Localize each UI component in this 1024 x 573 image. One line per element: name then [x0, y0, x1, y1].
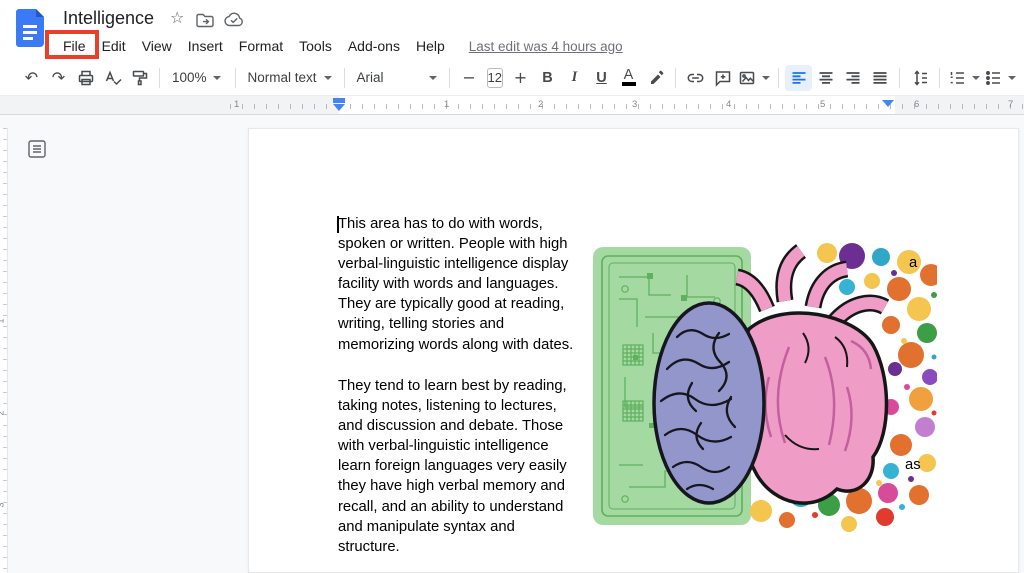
format-toolbar: ↶ ↷ 100% Normal text Arial [0, 60, 1024, 96]
bold-button[interactable]: B [534, 65, 561, 91]
document-page[interactable]: This area has to do with words, spoken o… [248, 128, 1019, 573]
vertical-ruler: 1 2 3 [0, 128, 8, 573]
document-canvas: 1 2 3 This area has to do with words, sp… [0, 115, 1024, 573]
wrapped-text-fragment[interactable]: a [909, 255, 917, 271]
menu-bar: File Edit View Insert Format Tools Add-o… [55, 34, 623, 58]
align-left-button[interactable] [785, 65, 812, 91]
bulleted-list-button[interactable] [982, 65, 1018, 91]
italic-button[interactable]: I [561, 65, 588, 91]
chevron-down-icon [1008, 76, 1016, 80]
last-edit-link[interactable]: Last edit was 4 hours ago [469, 39, 623, 54]
separator [939, 68, 940, 88]
separator [159, 68, 160, 88]
ruler-ticks [230, 104, 1024, 109]
separator [344, 68, 345, 88]
numbered-list-button[interactable] [946, 65, 982, 91]
current-text-color-swatch [622, 82, 636, 86]
ruler-number: 6 [914, 99, 919, 110]
highlight-color-button[interactable] [642, 65, 669, 91]
separator [675, 68, 676, 88]
move-to-folder-icon[interactable] [196, 13, 214, 28]
ruler-number: 7 [1008, 99, 1013, 110]
separator [899, 68, 900, 88]
menu-addons[interactable]: Add-ons [340, 36, 408, 56]
chevron-down-icon [324, 76, 332, 80]
menu-help[interactable]: Help [408, 36, 453, 56]
chevron-down-icon [429, 76, 437, 80]
separator [235, 68, 236, 88]
print-button[interactable] [72, 65, 99, 91]
star-icon[interactable]: ☆ [170, 10, 184, 28]
add-comment-button[interactable] [709, 65, 736, 91]
paragraph-style-select[interactable]: Normal text [242, 65, 338, 91]
decrease-font-size-button[interactable]: − [456, 65, 483, 91]
wrapped-text-fragment[interactable]: as [905, 457, 921, 473]
ruler-number: 2 [538, 99, 543, 110]
ruler-number: 4 [726, 99, 731, 110]
menu-format[interactable]: Format [231, 36, 291, 56]
google-docs-window: Intelligence ☆ File Edit View Insert For… [0, 0, 1024, 573]
document-title[interactable]: Intelligence [63, 8, 154, 29]
redo-button[interactable]: ↷ [45, 65, 72, 91]
ruler-number: 3 [632, 99, 637, 110]
justify-button[interactable] [866, 65, 893, 91]
insert-link-button[interactable] [682, 65, 709, 91]
chevron-down-icon [762, 76, 770, 80]
ruler-number: 5 [820, 99, 825, 110]
separator [778, 68, 779, 88]
separator [449, 68, 450, 88]
chevron-down-icon [213, 76, 221, 80]
spell-check-button[interactable] [99, 65, 126, 91]
brain-half [654, 303, 764, 503]
menu-insert[interactable]: Insert [180, 36, 231, 56]
ruler-number: 1 [234, 99, 239, 110]
google-docs-logo-icon[interactable] [16, 9, 44, 47]
show-outline-button[interactable] [27, 139, 47, 159]
menu-file[interactable]: File [55, 36, 94, 56]
text-color-button[interactable]: A [615, 65, 642, 91]
chevron-down-icon [972, 76, 980, 80]
menu-view[interactable]: View [134, 36, 180, 56]
increase-font-size-button[interactable]: + [507, 65, 534, 91]
top-bar: Intelligence ☆ File Edit View Insert For… [0, 0, 1024, 60]
zoom-select[interactable]: 100% [166, 65, 227, 91]
insert-image-button[interactable] [736, 65, 772, 91]
font-size-input[interactable]: 12 [487, 68, 503, 88]
menu-edit[interactable]: Edit [94, 36, 134, 56]
line-spacing-button[interactable] [906, 65, 933, 91]
font-select[interactable]: Arial [351, 65, 443, 91]
inline-image-brain-heart[interactable] [589, 237, 937, 532]
undo-button[interactable]: ↶ [18, 65, 45, 91]
menu-tools[interactable]: Tools [291, 36, 340, 56]
align-right-button[interactable] [839, 65, 866, 91]
underline-button[interactable]: U [588, 65, 615, 91]
decrease-indent-button[interactable] [1018, 65, 1024, 91]
horizontal-ruler: 1 1 2 3 4 5 6 7 [0, 96, 1024, 115]
paint-format-button[interactable] [126, 65, 153, 91]
align-center-button[interactable] [812, 65, 839, 91]
cloud-saved-icon[interactable] [224, 12, 244, 27]
ruler-number: 1 [444, 99, 449, 110]
